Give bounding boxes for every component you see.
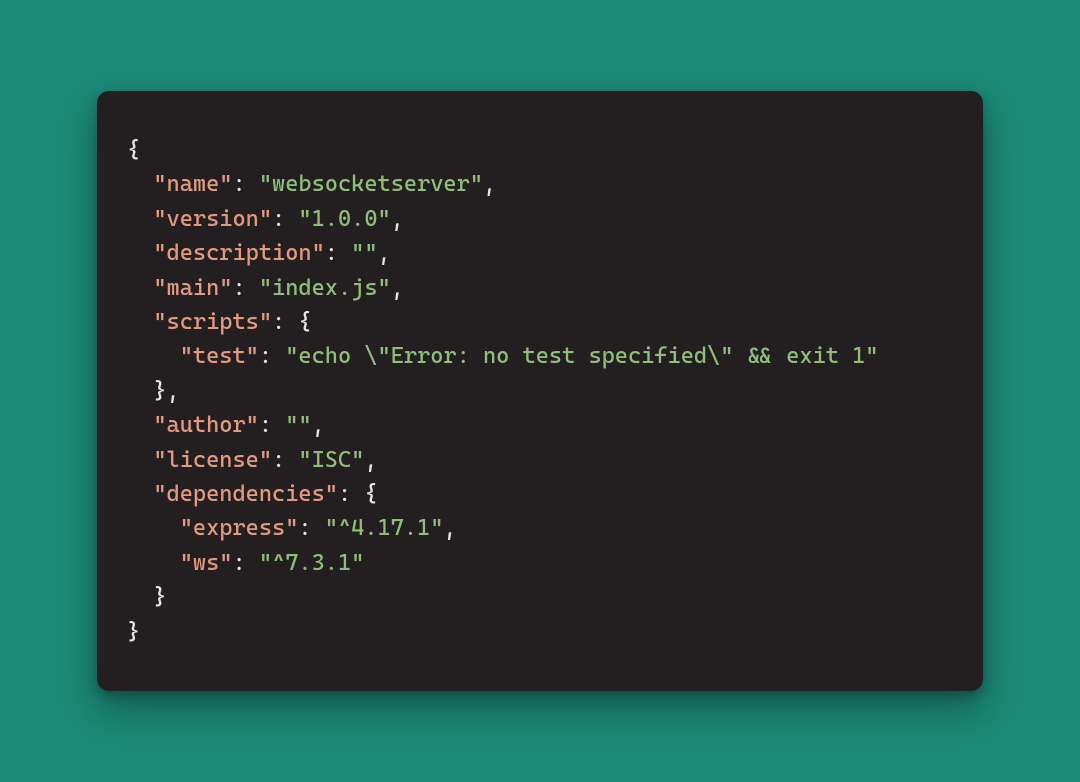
key-license: "license" bbox=[153, 447, 272, 473]
code-block: { "name": "websocketserver", "version": … bbox=[97, 91, 983, 691]
key-ws: "ws" bbox=[180, 550, 233, 576]
brace-close: } bbox=[153, 584, 166, 610]
value-test: "echo \"Error: no test specified\" && ex… bbox=[285, 343, 878, 369]
key-main: "main" bbox=[153, 275, 232, 301]
value-version: "1.0.0" bbox=[298, 206, 390, 232]
key-test: "test" bbox=[180, 343, 259, 369]
value-main: "index.js" bbox=[259, 275, 391, 301]
key-express: "express" bbox=[180, 515, 299, 541]
key-scripts: "scripts" bbox=[153, 309, 272, 335]
brace-close: }, bbox=[153, 378, 179, 404]
key-description: "description" bbox=[153, 240, 324, 266]
brace-open: { bbox=[127, 137, 140, 163]
value-express: "^4.17.1" bbox=[325, 515, 444, 541]
key-name: "name" bbox=[153, 171, 232, 197]
json-code: { "name": "websocketserver", "version": … bbox=[127, 133, 953, 649]
key-version: "version" bbox=[153, 206, 272, 232]
brace-close: } bbox=[127, 619, 140, 645]
key-author: "author" bbox=[153, 412, 258, 438]
value-description: "" bbox=[351, 240, 377, 266]
value-ws: "^7.3.1" bbox=[259, 550, 364, 576]
value-author: "" bbox=[285, 412, 311, 438]
value-license: "ISC" bbox=[298, 447, 364, 473]
key-dependencies: "dependencies" bbox=[153, 481, 338, 507]
value-name: "websocketserver" bbox=[259, 171, 483, 197]
